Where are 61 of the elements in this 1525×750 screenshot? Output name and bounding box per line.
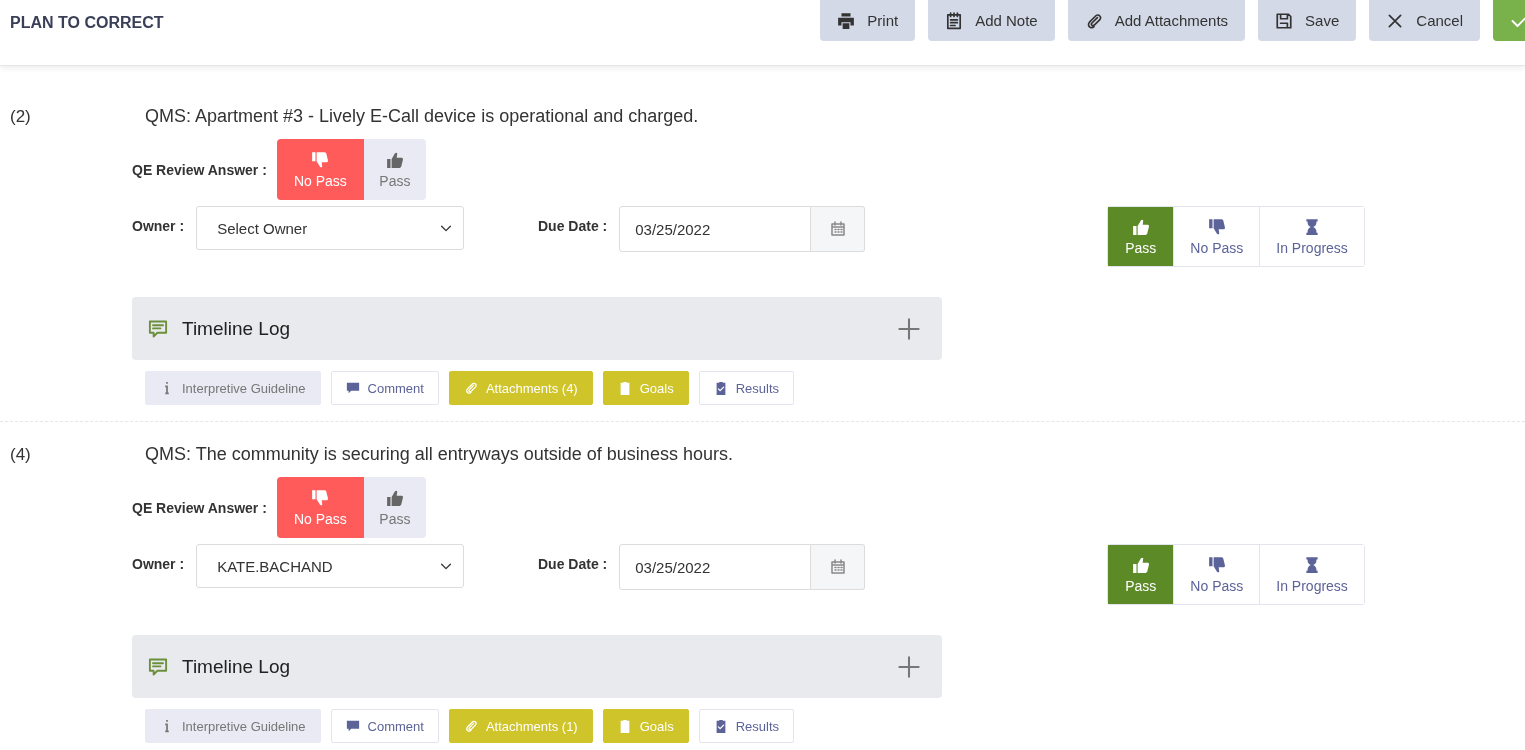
field-label: Due Date : (538, 218, 608, 234)
message-icon (148, 656, 168, 677)
date-field[interactable]: 03/25/2022 (619, 544, 812, 590)
item-number: (4) (9, 444, 32, 465)
question-text: QMS: The community is securing all entryways outside of business hours. (145, 444, 733, 465)
tab-chip[interactable]: Comment (330, 371, 439, 405)
tab-chip[interactable]: Comment (330, 709, 439, 743)
field-label: QE Review Answer : (132, 499, 267, 516)
answer-toggle[interactable]: Pass (363, 477, 426, 538)
toolbar-button[interactable]: Save (1258, 0, 1357, 41)
toolbar-button[interactable]: Add Attachments (1067, 0, 1246, 41)
answer-toggle[interactable]: Pass (363, 139, 426, 200)
owner-dropdown[interactable]: KATE.BACHAND (196, 544, 465, 588)
tab-chip[interactable]: Interpretive Guideline (145, 709, 321, 743)
page-title: PLAN TO CORRECT (10, 14, 164, 32)
timeline-panel[interactable]: Timeline Log (132, 635, 942, 698)
thumbs-up-icon (385, 150, 404, 169)
field-label: Owner : (132, 218, 185, 234)
date-field[interactable]: 03/25/2022 (619, 206, 812, 252)
thumbs-down-icon (311, 150, 330, 169)
comment-icon (345, 381, 360, 395)
field-label: QE Review Answer : (132, 161, 267, 178)
tab-chip[interactable]: Results (698, 709, 795, 743)
status-toggle[interactable]: Pass (1108, 545, 1174, 604)
answer-toggle[interactable]: No Pass (276, 139, 364, 200)
tab-chip[interactable]: Interpretive Guideline (145, 371, 321, 405)
answer-toggle[interactable]: No Pass (276, 477, 364, 538)
thumbs-down-icon (311, 488, 330, 507)
calendar-button[interactable] (811, 544, 866, 590)
thumbs-up-icon (385, 488, 404, 507)
field-label: Owner : (132, 556, 185, 572)
calendar-icon (829, 559, 846, 575)
owner-dropdown[interactable]: Select Owner (196, 206, 465, 250)
thumbs-down-icon (1207, 217, 1226, 236)
paperclip-icon (463, 381, 478, 395)
message-icon (148, 318, 168, 339)
thumbs-up-icon (1131, 217, 1150, 236)
status-toggle[interactable]: In Progress (1259, 545, 1364, 604)
save-icon (1275, 11, 1294, 30)
calendar-button[interactable] (811, 206, 866, 252)
toolbar-button[interactable]: Print (820, 0, 916, 41)
plus-icon (898, 655, 920, 678)
paperclip-icon (463, 719, 478, 733)
plus-icon (898, 317, 920, 340)
question-text: QMS: Apartment #3 - Lively E-Call device is operational and charged. (145, 106, 699, 127)
toolbar-button[interactable]: Cancel (1369, 0, 1480, 41)
panel-title: Timeline Log (182, 655, 292, 678)
status-toggle[interactable]: Pass (1108, 207, 1174, 266)
notepad-icon (945, 11, 964, 30)
toolbar-button[interactable]: Add Note (928, 0, 1055, 41)
printer-icon (837, 11, 856, 30)
thumbs-up-icon (1131, 555, 1150, 574)
item-number: (2) (9, 106, 32, 127)
tab-chip[interactable]: Results (698, 371, 795, 405)
timeline-panel[interactable]: Timeline Log (132, 297, 942, 360)
field-label: Due Date : (538, 556, 608, 572)
panel-title: Timeline Log (182, 317, 292, 340)
thumbs-down-icon (1207, 555, 1226, 574)
status-toggle[interactable]: In Progress (1259, 207, 1364, 266)
comment-icon (345, 719, 360, 733)
calendar-icon (829, 221, 846, 237)
